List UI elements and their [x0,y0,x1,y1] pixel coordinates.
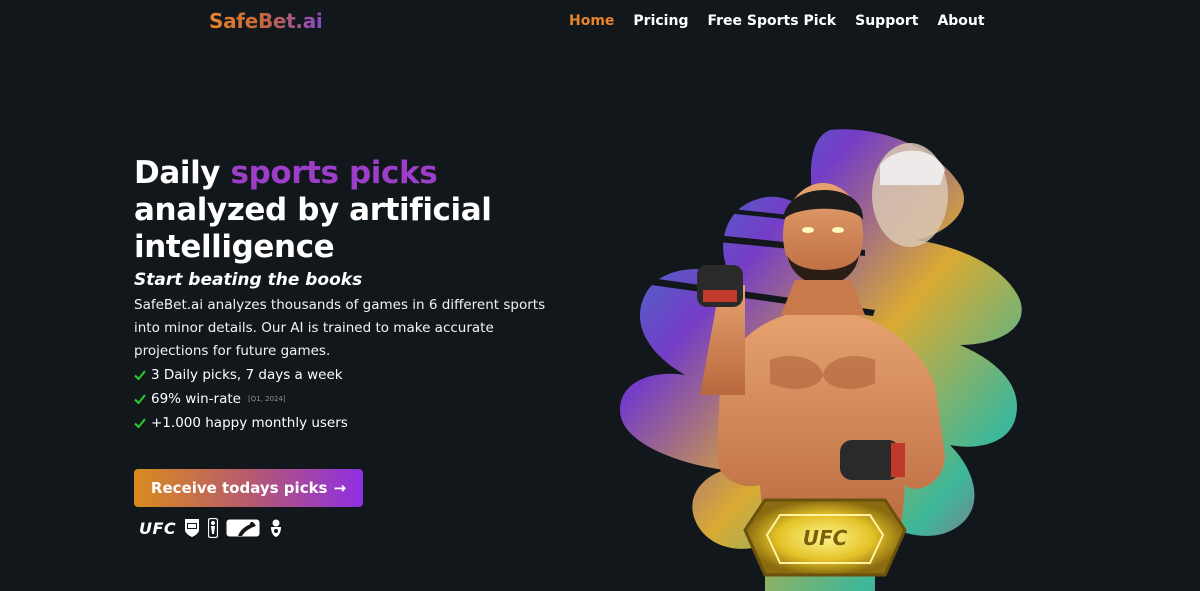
hero-subhead: Start beating the books [134,270,363,290]
nav-support[interactable]: Support [855,13,918,29]
nba-logo [208,518,219,538]
hero-headline: Daily sports picks analyzed by artificia… [134,155,574,266]
nfl-logo [185,519,200,537]
nav-free-sports-pick[interactable]: Free Sports Pick [707,13,836,29]
feature-item: 69% win-rate [Q1, 2024] [134,387,574,411]
mlb-logo [226,519,260,537]
feature-item: +1.000 happy monthly users [134,411,574,435]
feature-text: 3 Daily picks, 7 days a week [151,367,343,383]
league-logos: UFC [139,518,284,538]
receive-picks-button[interactable]: Receive todays picks → [134,469,363,507]
hero-section: Daily sports picks analyzed by artificia… [134,155,574,435]
headline-accent: sports picks [230,155,438,191]
svg-text:UFC: UFC [803,526,848,550]
headline-part1: Daily [134,155,231,191]
premier-league-logo [271,519,282,537]
check-icon [134,394,146,405]
fighter-artwork: UFC [620,129,1022,591]
site-logo[interactable]: SafeBet.ai [209,9,323,33]
nav-home[interactable]: Home [569,13,614,29]
landing-page: SafeBet.ai Home Pricing Free Sports Pick… [0,0,1200,591]
check-icon [134,418,146,429]
main-nav: Home Pricing Free Sports Pick Support Ab… [569,13,985,29]
feature-text: +1.000 happy monthly users [151,415,348,431]
arrow-right-icon: → [333,479,347,497]
feature-note: [Q1, 2024] [247,395,286,403]
feature-text: 69% win-rate [151,391,241,407]
cta-label: Receive todays picks [150,479,328,497]
nav-about[interactable]: About [937,13,984,29]
hero-description: SafeBet.ai analyzes thousands of games i… [134,297,546,359]
nav-pricing[interactable]: Pricing [633,13,688,29]
ufc-logo: UFC [139,518,177,538]
feature-item: 3 Daily picks, 7 days a week [134,363,574,387]
check-icon [134,370,146,381]
feature-list: 3 Daily picks, 7 days a week 69% win-rat… [134,363,574,435]
headline-part2: analyzed by artificial intelligence [134,192,492,265]
